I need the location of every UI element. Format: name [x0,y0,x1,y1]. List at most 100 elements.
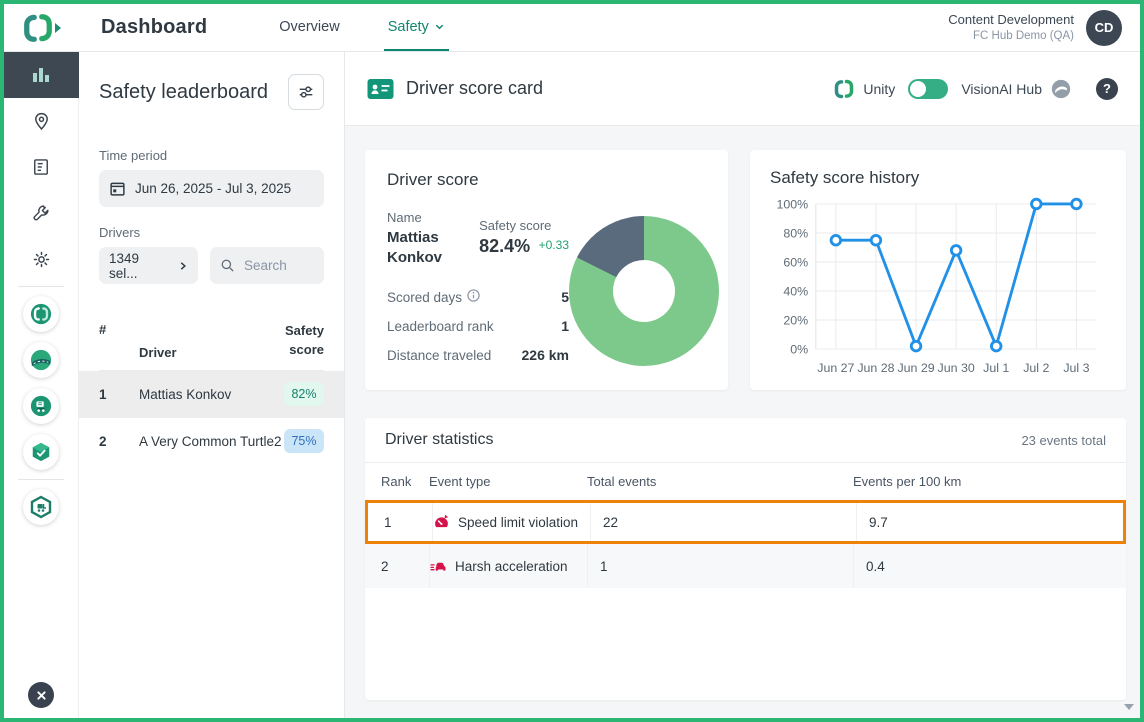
history-chart: 0%20%40%60%80%100%Jun 27Jun 28Jun 29Jun … [770,192,1106,382]
safety-score-history-card: Safety score history 0%20%40%60%80%100%J… [750,150,1126,390]
leaderboard-row[interactable]: 2A Very Common Turtle275% [99,418,324,465]
svg-text:Jun 29: Jun 29 [897,361,934,375]
col-header-total-events: Total events [587,474,853,489]
driver-search-field[interactable] [210,247,324,284]
statistics-row-highlighted[interactable]: 1Speed limit violation229.7 [365,500,1126,544]
time-period-value: Jun 26, 2025 - Jul 3, 2025 [135,181,291,196]
sidebar-item-reports[interactable] [4,144,79,190]
account-name: Content Development [948,11,1074,29]
statistics-row[interactable]: 2Harsh acceleration10.4 [365,544,1126,588]
app-logo[interactable] [4,4,79,51]
col-header-event-type: Event type [429,474,587,489]
close-icon [36,690,47,701]
car-icon [430,558,447,575]
row-driver-name: Mattias Konkov [139,387,284,402]
unity-app-icon [23,296,59,332]
drivers-select[interactable]: 1349 sel... [99,247,198,284]
page-title: Dashboard [101,16,207,39]
row-rank: 1 [99,387,139,402]
driver-score-stat-row: Leaderboard rank1 [387,318,569,334]
time-period-label: Time period [99,148,324,163]
chevron-right-icon [178,261,188,271]
visionai-toggle-label: VisionAI Hub [961,81,1042,97]
checklist-app-icon [23,434,59,470]
stat-total-events: 1 [587,544,853,588]
safety-score-label: Safety score [479,218,569,233]
tab-overview[interactable]: Overview [275,4,343,51]
svg-text:20%: 20% [783,313,808,327]
svg-text:Jul 2: Jul 2 [1023,361,1049,375]
app-window: Dashboard Overview Safety Content Develo… [0,0,1144,722]
col-header-safety-score: Safety score [272,322,324,360]
leaderboard-table: # Driver Safety score 1Mattias Konkov82%… [99,318,324,465]
sliders-icon [297,83,315,101]
col-header-rank: Rank [365,474,429,489]
sidebar-expand-icon[interactable] [55,23,61,33]
drivers-selected-count: 1349 sel... [109,251,169,281]
sidebar-item-locations[interactable] [4,98,79,144]
unity-toggle-label: Unity [863,81,895,97]
nav-tabs: Overview Safety [255,4,469,51]
drivers-label: Drivers [99,225,324,240]
help-button[interactable]: ? [1096,78,1118,100]
sidebar-app-forklift-hex[interactable] [4,484,79,530]
svg-text:60%: 60% [783,255,808,269]
sidebar-item-settings[interactable] [4,236,79,282]
name-label: Name [387,210,471,225]
time-period-field[interactable]: Jun 26, 2025 - Jul 3, 2025 [99,170,324,207]
safety-score-badge: 75% [284,429,324,453]
tab-safety[interactable]: Safety [384,4,449,51]
sidebar-app-unity[interactable] [4,291,79,337]
wrench-icon [31,203,52,224]
stat-label: Scored days [387,289,480,305]
avatar[interactable]: CD [1086,10,1122,46]
stat-rank: 1 [368,503,432,541]
unity-logo-icon [23,13,53,43]
score-card-header: Driver score card Unity VisionAI Hub ? [345,52,1140,126]
speedometer-icon [433,514,450,531]
col-header-events-per-100km: Events per 100 km [853,474,1126,489]
events-total: 23 events total [1021,433,1106,448]
svg-text:Jul 3: Jul 3 [1063,361,1089,375]
svg-text:80%: 80% [783,226,808,240]
bar-chart-icon [30,64,52,86]
svg-text:Jun 30: Jun 30 [938,361,975,375]
sidebar-app-forklift[interactable] [4,383,79,429]
svg-text:Jun 28: Jun 28 [857,361,894,375]
sidebar-divider [18,286,64,287]
stat-event-type: Harsh acceleration [429,544,587,588]
toggle-knob [910,81,926,97]
collapse-sidebar-button[interactable] [28,682,54,708]
driver-score-stat-row: Scored days5 [387,289,569,305]
driver-score-title: Driver score [387,170,706,190]
stat-value: 226 km [522,347,569,363]
search-input[interactable] [244,258,314,273]
driver-score-card: Driver score Name Mattias Konkov Safet [365,150,728,390]
sidebar-item-analytics[interactable] [4,52,79,98]
stat-rank: 2 [365,544,429,588]
chevron-down-icon [434,21,445,32]
id-card-icon [367,78,394,100]
sidebar [4,52,79,718]
location-pin-icon [31,111,52,132]
account-org: FC Hub Demo (QA) [948,29,1074,45]
search-icon [220,258,235,273]
stat-label: Distance traveled [387,348,491,363]
report-icon [31,157,51,177]
stat-label: Leaderboard rank [387,319,494,334]
safety-score-value: 82.4% [479,236,530,256]
driver-score-stat-row: Distance traveled 226 km [387,347,569,363]
driver-statistics-card: Driver statistics 23 events total Rank E… [365,418,1126,700]
svg-text:Jul 1: Jul 1 [983,361,1009,375]
account-info[interactable]: Content Development FC Hub Demo (QA) [948,11,1074,44]
forklift-hex-app-icon [23,489,59,525]
sidebar-app-road[interactable] [4,337,79,383]
sidebar-app-checklist[interactable] [4,429,79,475]
unity-visionai-toggle[interactable] [908,79,948,99]
scrollbar-down-arrow[interactable] [1124,704,1134,710]
sidebar-divider [18,479,64,480]
sidebar-item-maintenance[interactable] [4,190,79,236]
leaderboard-filter-button[interactable] [288,74,324,110]
row-rank: 2 [99,434,139,449]
leaderboard-row[interactable]: 1Mattias Konkov82% [79,371,344,418]
